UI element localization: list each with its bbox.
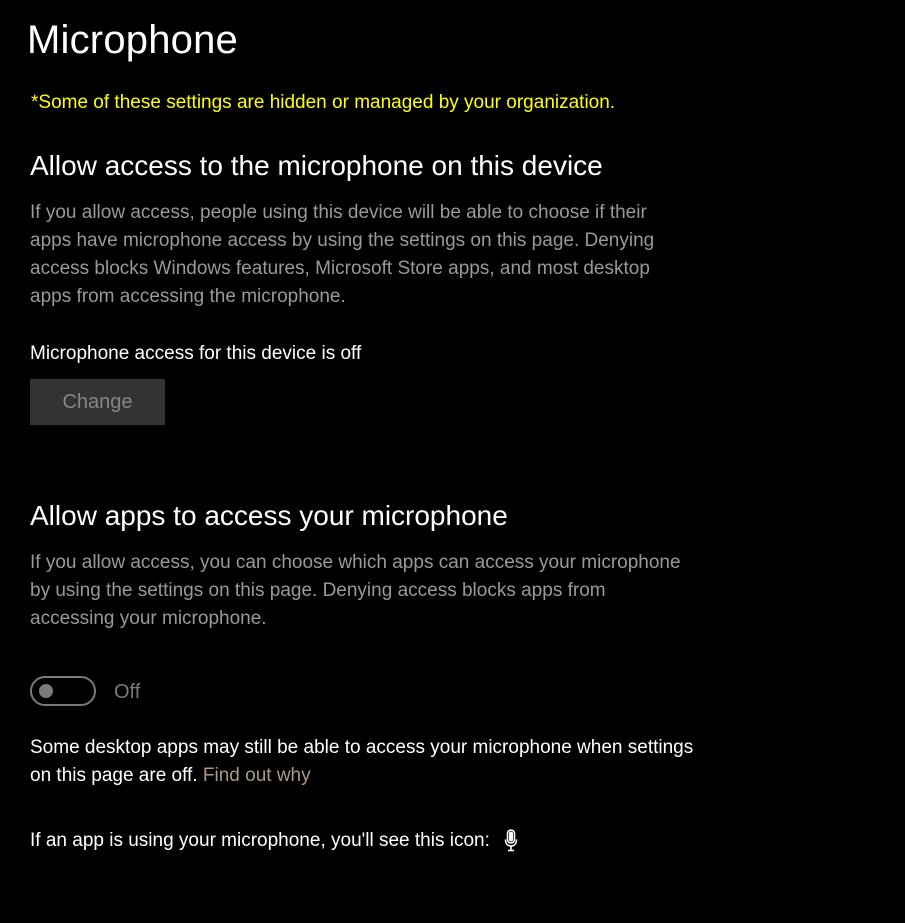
- mic-in-use-hint: If an app is using your microphone, you'…: [30, 828, 519, 854]
- apps-access-heading: Allow apps to access your microphone: [30, 500, 508, 531]
- toggle-state-label: Off: [114, 681, 141, 703]
- apps-access-toggle[interactable]: [30, 676, 96, 706]
- desktop-apps-note-text: Some desktop apps may still be able to a…: [30, 737, 694, 786]
- device-access-status: Microphone access for this device is off: [30, 343, 362, 364]
- device-access-description: If you allow access, people using this d…: [30, 202, 655, 307]
- microphone-icon: [503, 829, 519, 853]
- find-out-why-link[interactable]: Find out why: [203, 765, 311, 786]
- page-title: Microphone: [27, 18, 239, 62]
- desktop-apps-note: Some desktop apps may still be able to a…: [30, 734, 710, 790]
- change-button[interactable]: Change: [30, 379, 165, 425]
- mic-in-use-hint-text: If an app is using your microphone, you'…: [30, 830, 490, 851]
- org-managed-notice: *Some of these settings are hidden or ma…: [31, 92, 616, 113]
- toggle-knob: [39, 684, 53, 698]
- apps-access-description: If you allow access, you can choose whic…: [30, 552, 681, 629]
- device-access-heading: Allow access to the microphone on this d…: [30, 150, 603, 181]
